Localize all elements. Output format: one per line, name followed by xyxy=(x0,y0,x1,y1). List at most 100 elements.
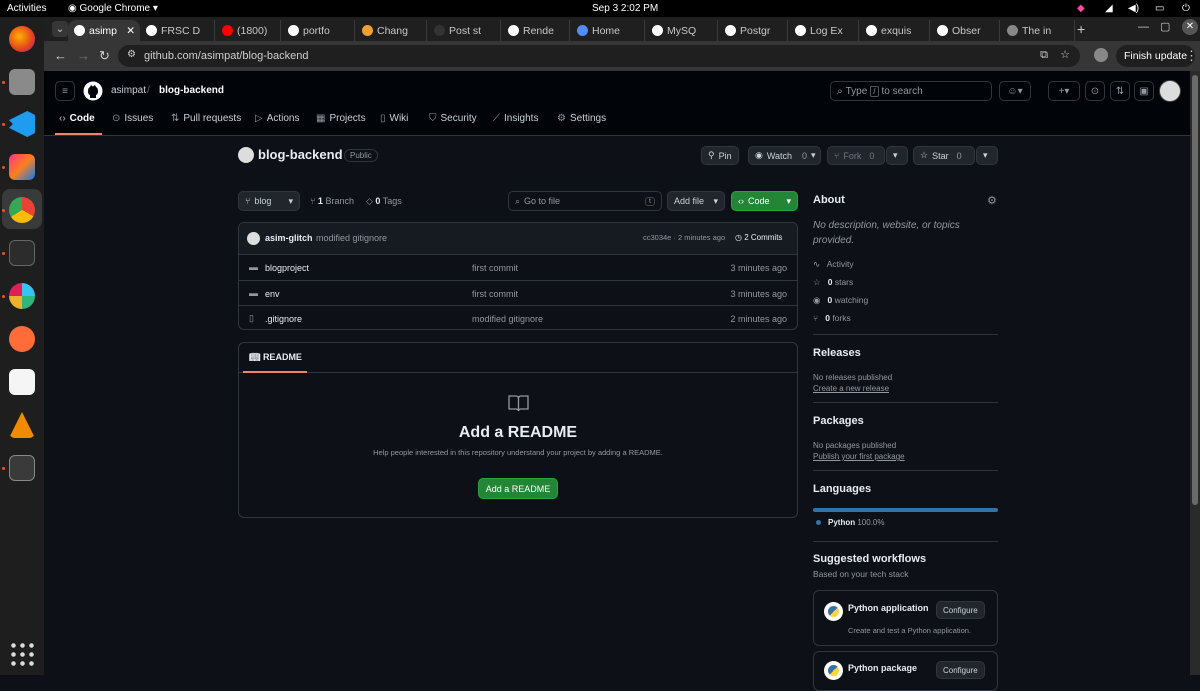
packages-title[interactable]: Packages xyxy=(813,415,864,427)
new-tab-button[interactable]: + xyxy=(1077,21,1085,37)
tab-actions[interactable]: ▷ Actions xyxy=(255,113,300,124)
vlc-icon[interactable] xyxy=(9,412,35,438)
browser-tab[interactable]: Rende xyxy=(502,20,570,41)
add-file-button[interactable]: Add file ▾ xyxy=(667,191,725,211)
browser-tab[interactable]: (1800) xyxy=(216,20,281,41)
table-row[interactable]: ▬ env first commit 3 minutes ago xyxy=(239,279,797,306)
copilot-button[interactable]: ☺▾ xyxy=(999,81,1031,101)
site-info-icon[interactable]: ⚙ xyxy=(127,49,136,60)
watch-button[interactable]: ◉ Watch 0 ▾ xyxy=(748,146,821,165)
file-commit-message[interactable]: first commit xyxy=(472,289,518,299)
file-name-link[interactable]: .gitignore xyxy=(265,314,302,324)
add-readme-button[interactable]: Add a README xyxy=(478,478,558,499)
tab-insights[interactable]: ⟋ Insights xyxy=(493,113,538,124)
commit-message[interactable]: modified gitignore xyxy=(316,233,387,243)
profile-avatar[interactable] xyxy=(1094,48,1108,62)
tab-security[interactable]: ⛉ Security xyxy=(429,113,477,124)
table-row[interactable]: ▯ .gitignore modified gitignore 2 minutes a… xyxy=(239,305,797,331)
table-row[interactable]: ▬ blogproject first commit 3 minutes ago xyxy=(239,254,797,280)
bookmark-star-icon[interactable]: ☆ xyxy=(1060,48,1070,61)
publish-package-link[interactable]: Publish your first package xyxy=(813,452,905,461)
postman-icon[interactable] xyxy=(9,326,35,352)
forward-button[interactable]: → xyxy=(77,48,90,63)
commits-link[interactable]: ◷ 2 Commits xyxy=(735,233,782,242)
browser-tab[interactable]: Obser xyxy=(931,20,1000,41)
tab-pull-requests[interactable]: ⇅ Pull requests xyxy=(171,113,241,124)
clock[interactable]: Sep 3 2:02 PM xyxy=(592,3,658,14)
text-editor-icon[interactable] xyxy=(9,369,35,395)
branch-select-button[interactable]: ⑂ blog ▾ xyxy=(238,191,300,211)
chrome-icon[interactable] xyxy=(9,197,35,223)
file-commit-message[interactable]: first commit xyxy=(472,263,518,273)
finish-update-button[interactable]: Finish update xyxy=(1116,45,1196,67)
browser-tab[interactable]: MySQ xyxy=(646,20,718,41)
github-logo-icon[interactable] xyxy=(83,81,103,101)
browser-tab[interactable]: Log Ex xyxy=(789,20,859,41)
minimize-button[interactable]: — xyxy=(1138,21,1149,33)
fork-options-button[interactable]: ▾ xyxy=(886,146,908,165)
pull-requests-button[interactable]: ⇅ xyxy=(1110,81,1130,101)
back-button[interactable]: ← xyxy=(54,48,67,63)
commit-meta[interactable]: cc3034e · 2 minutes ago xyxy=(643,233,725,242)
watchers-link[interactable]: ◉ 0 watching xyxy=(813,295,868,306)
address-bar[interactable]: ⚙ github.com/asimpat/blog-backend ⧉ ☆ xyxy=(118,45,1080,67)
search-input[interactable]: ⌕ Type / to search xyxy=(830,81,992,101)
firefox-icon[interactable] xyxy=(9,26,35,52)
commit-author[interactable]: asim-glitch xyxy=(265,233,313,243)
hamburger-menu-button[interactable]: ≡ xyxy=(55,81,75,101)
browser-tab[interactable]: The in xyxy=(1001,20,1075,41)
pin-button[interactable]: ⚲ Pin xyxy=(701,146,739,165)
configure-button[interactable]: Configure xyxy=(936,601,985,619)
maximize-button[interactable]: ▢ xyxy=(1160,20,1170,33)
forks-link[interactable]: ⑂ 0 forks xyxy=(813,313,851,323)
star-list-button[interactable]: ▾ xyxy=(976,146,998,165)
releases-title[interactable]: Releases xyxy=(813,347,861,359)
chrome-menu-icon[interactable]: ⋮ xyxy=(1185,48,1198,64)
repo-title[interactable]: blog-backend xyxy=(258,147,343,162)
battery-icon[interactable]: ▭ xyxy=(1155,3,1164,14)
stars-link[interactable]: ☆ 0 stars xyxy=(813,277,853,288)
intellij-icon[interactable] xyxy=(9,154,35,180)
create-release-link[interactable]: Create a new release xyxy=(813,384,889,393)
repo-link[interactable]: blog-backend xyxy=(159,85,224,96)
browser-tab[interactable]: Chang xyxy=(356,20,427,41)
browser-tab[interactable]: exquis xyxy=(860,20,930,41)
tab-code[interactable]: ‹› Code xyxy=(59,113,95,124)
tray-app-icon[interactable]: ◆ xyxy=(1077,3,1085,14)
tab-issues[interactable]: ⊙ Issues xyxy=(112,113,153,124)
files-icon[interactable] xyxy=(9,69,35,95)
browser-tab[interactable]: asimp ✕ xyxy=(68,20,140,41)
reload-button[interactable]: ↻ xyxy=(99,48,110,64)
tab-wiki[interactable]: ▯ Wiki xyxy=(380,113,408,124)
tab-projects[interactable]: ▦ Projects xyxy=(316,113,366,124)
vscode-icon[interactable] xyxy=(9,111,35,137)
share-icon[interactable]: ⧉ xyxy=(1040,49,1048,62)
browser-tab[interactable]: portfo xyxy=(282,20,355,41)
show-apps-icon[interactable] xyxy=(9,641,35,667)
tab-settings[interactable]: ⚙ Settings xyxy=(557,113,606,124)
user-avatar[interactable] xyxy=(1159,80,1181,102)
about-settings-gear-icon[interactable]: ⚙ xyxy=(987,194,997,207)
tags-link[interactable]: ◇ 0 Tags xyxy=(366,196,402,207)
file-commit-message[interactable]: modified gitignore xyxy=(472,314,543,324)
scrollbar-thumb[interactable] xyxy=(1192,75,1198,505)
file-name-link[interactable]: blogproject xyxy=(265,263,309,273)
browser-tab[interactable]: FRSC D xyxy=(140,20,215,41)
tab-search-icon[interactable]: ⌄ xyxy=(52,21,68,37)
configure-button[interactable]: Configure xyxy=(936,661,985,679)
code-dropdown-button[interactable]: ‹› Code ▾ xyxy=(731,191,798,211)
branches-link[interactable]: ⑂ 1 Branch xyxy=(310,196,354,206)
activities-button[interactable]: Activities xyxy=(7,3,46,14)
browser-tab[interactable]: Postgr xyxy=(719,20,788,41)
browser-tab[interactable]: Post st xyxy=(428,20,501,41)
activity-link[interactable]: ∿ Activity xyxy=(813,259,854,270)
inbox-button[interactable]: ▣ xyxy=(1134,81,1154,101)
file-name-link[interactable]: env xyxy=(265,289,280,299)
language-python-link[interactable]: Python 100.0% xyxy=(828,518,884,527)
close-tab-icon[interactable]: ✕ xyxy=(126,25,135,37)
terminal-icon[interactable] xyxy=(9,240,35,266)
volume-icon[interactable]: ◀) xyxy=(1128,3,1139,14)
go-to-file-input[interactable]: ⌕ Go to file t xyxy=(508,191,662,211)
app-menu[interactable]: ◉ Google Chrome ▾ xyxy=(68,3,158,14)
close-window-button[interactable]: ✕ xyxy=(1182,19,1198,35)
